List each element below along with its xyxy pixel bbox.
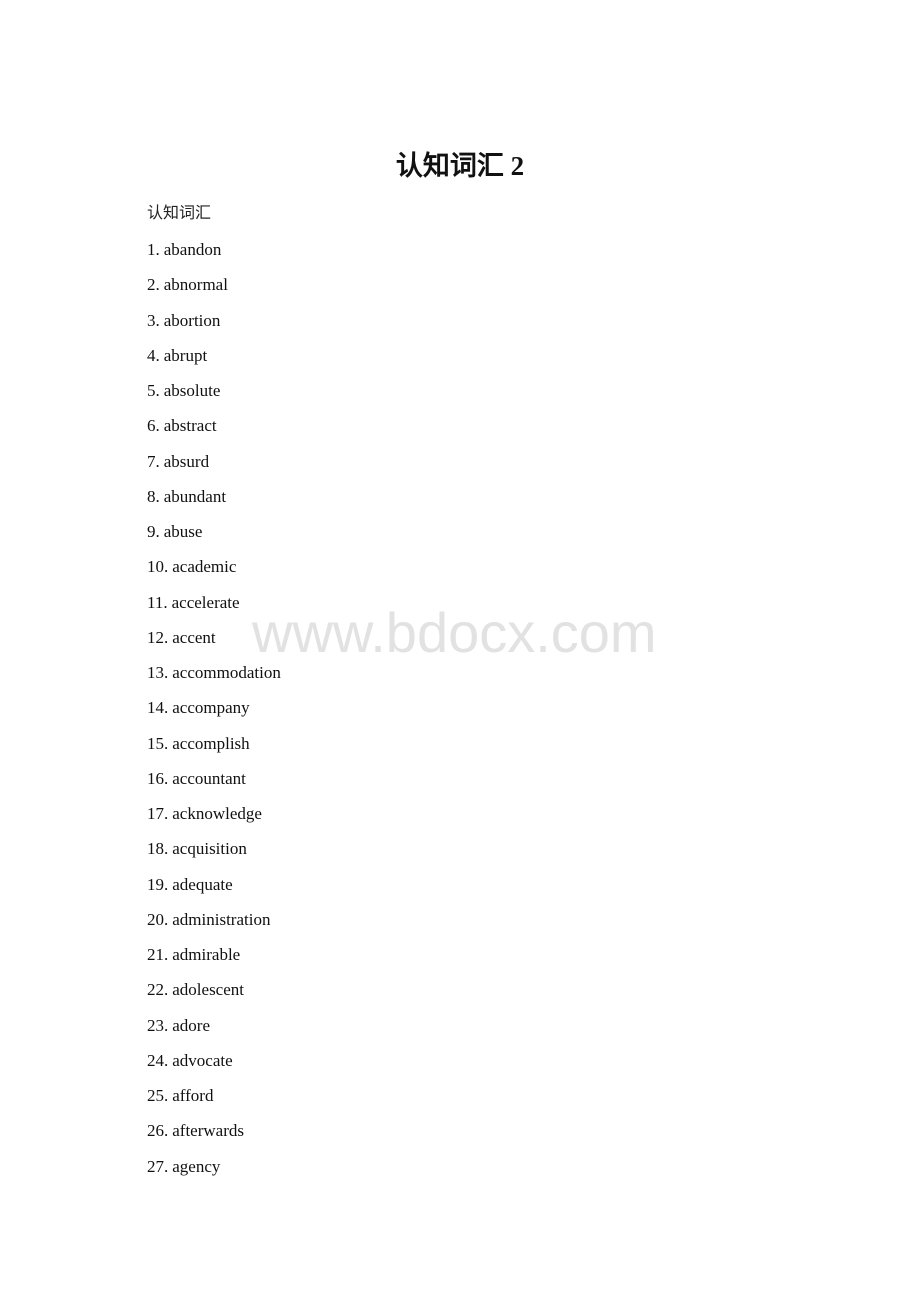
list-item: 10. academic: [147, 556, 281, 591]
item-word: adolescent: [172, 980, 244, 1000]
list-item: 27. agency: [147, 1156, 281, 1191]
item-number: 26.: [147, 1121, 169, 1141]
list-item: 12. accent: [147, 627, 281, 662]
list-item: 24. advocate: [147, 1050, 281, 1085]
item-word: admirable: [172, 945, 241, 964]
list-item: 13. accommodation: [147, 662, 281, 697]
vocabulary-list: 1. abandon 2. abnormal 3. abortion 4. abrupt…: [147, 239, 281, 1191]
item-word: accomplish: [172, 733, 250, 753]
list-item: 8. abundant: [147, 486, 281, 521]
item-word: administration: [172, 909, 271, 929]
list-item: 11. accelerate: [147, 592, 281, 627]
item-word: adore: [172, 1015, 211, 1035]
item-number: 23.: [147, 1015, 169, 1035]
item-word: accommodation: [172, 663, 281, 682]
list-item: 6. abstract: [147, 415, 281, 450]
item-number: 10.: [147, 557, 169, 577]
list-item: 17. acknowledge: [147, 803, 281, 838]
item-word: accountant: [172, 768, 246, 788]
item-number: 11.: [147, 592, 168, 612]
item-word: afterwards: [172, 1121, 244, 1141]
item-word: acquisition: [172, 839, 247, 859]
item-number: 21.: [147, 945, 169, 964]
item-number: 25.: [147, 1086, 169, 1105]
item-number: 20.: [147, 909, 169, 929]
item-word: absurd: [163, 451, 210, 471]
item-word: academic: [172, 557, 237, 577]
item-word: agency: [172, 1156, 221, 1176]
section-subtitle: 认知词汇: [147, 205, 212, 222]
item-number: 18.: [147, 839, 169, 859]
item-number: 1.: [147, 240, 160, 259]
item-word: abrupt: [163, 345, 208, 365]
list-item: 26. afterwards: [147, 1120, 281, 1155]
list-item: 9. abuse: [147, 521, 281, 556]
item-word: abortion: [163, 310, 221, 330]
item-word: abandon: [163, 240, 222, 259]
list-item: 18. acquisition: [147, 838, 281, 873]
item-word: abstract: [163, 416, 217, 436]
list-item: 3. abortion: [147, 310, 281, 345]
list-item: 14. accompany: [147, 697, 281, 732]
item-word: abundant: [163, 486, 227, 506]
item-word: absolute: [163, 381, 221, 400]
list-item: 15. accomplish: [147, 733, 281, 768]
item-word: advocate: [172, 1050, 233, 1070]
item-number: 22.: [147, 980, 169, 1000]
item-number: 3.: [147, 310, 160, 330]
page-title: 认知词汇 2: [395, 151, 525, 181]
list-item: 5. absolute: [147, 380, 281, 415]
item-number: 15.: [147, 733, 169, 753]
item-word: adequate: [172, 874, 233, 894]
item-number: 16.: [147, 768, 169, 788]
item-number: 24.: [147, 1050, 169, 1070]
item-number: 6.: [147, 416, 160, 436]
item-number: 8.: [147, 486, 160, 506]
list-item: 20. administration: [147, 909, 281, 944]
item-number: 12.: [147, 627, 169, 647]
list-item: 16. accountant: [147, 768, 281, 803]
item-word: accent: [172, 627, 216, 647]
list-item: 19. adequate: [147, 874, 281, 909]
item-number: 9.: [147, 522, 160, 541]
item-number: 14.: [147, 698, 169, 718]
list-item: 4. abrupt: [147, 345, 281, 380]
item-number: 7.: [147, 451, 160, 471]
list-item: 23. adore: [147, 1015, 281, 1050]
item-word: abuse: [163, 522, 203, 541]
item-number: 4.: [147, 345, 160, 365]
list-item: 21. admirable: [147, 944, 281, 979]
list-item: 25. afford: [147, 1085, 281, 1120]
item-word: afford: [172, 1086, 214, 1105]
item-word: abnormal: [163, 275, 228, 295]
list-item: 7. absurd: [147, 451, 281, 486]
item-word: acknowledge: [172, 804, 262, 823]
list-item: 2. abnormal: [147, 274, 281, 309]
item-number: 13.: [147, 663, 169, 682]
list-item: 1. abandon: [147, 239, 281, 274]
item-number: 19.: [147, 874, 169, 894]
item-number: 27.: [147, 1156, 169, 1176]
item-number: 17.: [147, 804, 169, 823]
item-word: accelerate: [171, 592, 240, 612]
list-item: 22. adolescent: [147, 979, 281, 1014]
watermark: www.bdocx.com: [252, 601, 657, 664]
item-word: accompany: [172, 698, 250, 718]
item-number: 2.: [147, 275, 160, 295]
item-number: 5.: [147, 381, 160, 400]
